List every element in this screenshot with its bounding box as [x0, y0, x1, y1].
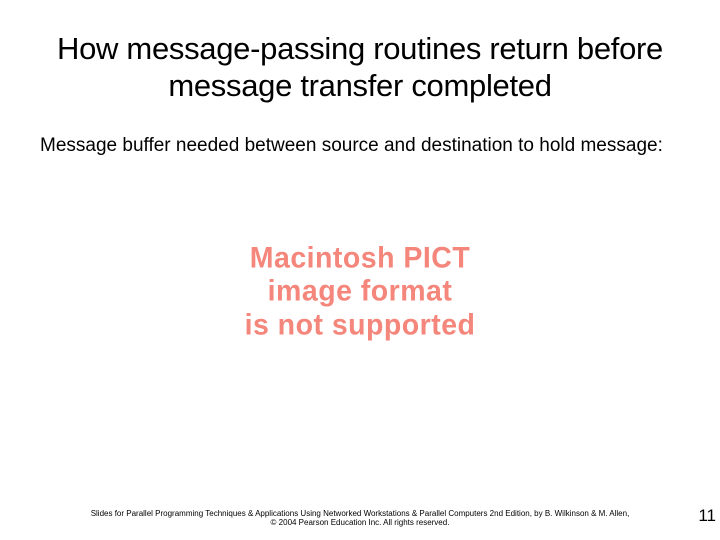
slide-title: How message-passing routines return befo… — [0, 0, 720, 114]
page-number: 11 — [698, 506, 716, 526]
placeholder-line-1: Macintosh PICT — [245, 241, 476, 275]
slide-footer: Slides for Parallel Programming Techniqu… — [0, 509, 720, 528]
placeholder-line-2: image format — [245, 275, 476, 309]
slide: How message-passing routines return befo… — [0, 0, 720, 540]
slide-body-text: Message buffer needed between source and… — [0, 114, 720, 158]
footer-line-1: Slides for Parallel Programming Techniqu… — [60, 509, 660, 519]
placeholder-line-3: is not supported — [245, 308, 476, 342]
footer-line-2: © 2004 Pearson Education Inc. All rights… — [60, 518, 660, 528]
image-placeholder: Macintosh PICT image format is not suppo… — [239, 241, 482, 342]
